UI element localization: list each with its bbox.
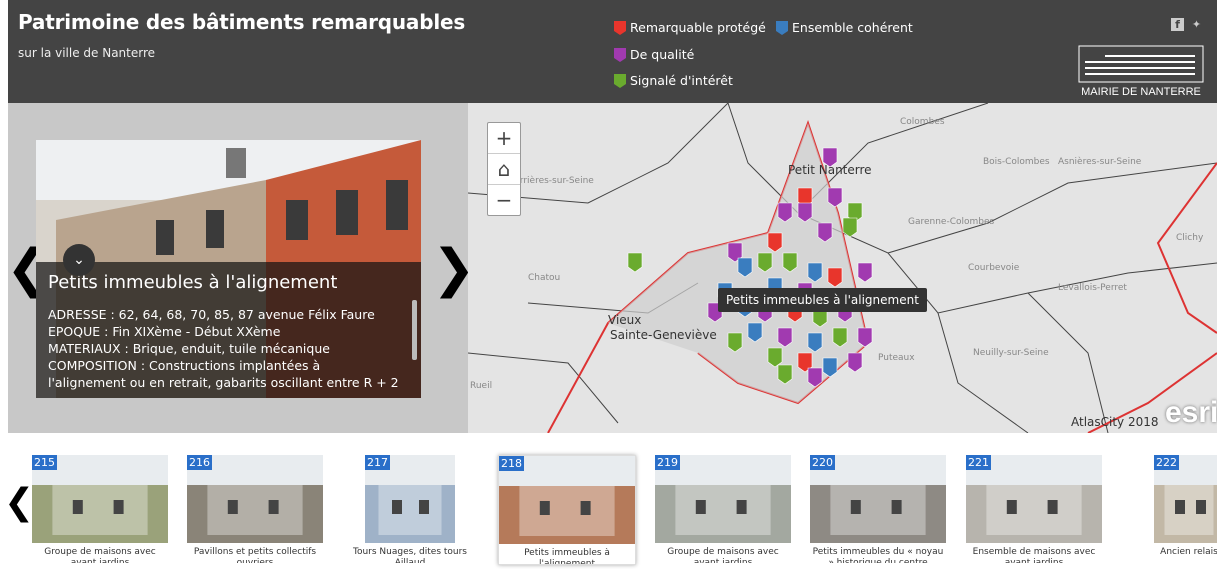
thumbnail-caption: Tours Nuages, dites tours Aillaud bbox=[353, 547, 467, 563]
legend-label: Signalé d'intérêt bbox=[630, 73, 733, 88]
thumbnail-number: 220 bbox=[810, 455, 835, 470]
legend-label: Remarquable protégé bbox=[630, 20, 766, 35]
collapse-button[interactable]: ⌄ bbox=[63, 244, 95, 276]
thumbnail-item[interactable]: 222 Ancien relais bbox=[1121, 455, 1217, 563]
zoom-in-button[interactable]: + bbox=[488, 123, 520, 154]
detail-materiaux: MATERIAUX : Brique, enduit, tuile mécani… bbox=[48, 341, 330, 356]
place-label: Levallois-Perret bbox=[1058, 283, 1127, 293]
home-button[interactable]: ⌂ bbox=[488, 154, 520, 185]
twitter-icon[interactable]: ✦ bbox=[1190, 18, 1203, 31]
place-label: Colombes bbox=[900, 117, 945, 127]
detail-overlay: Petits immeubles à l'alignement ADRESSE … bbox=[36, 262, 421, 398]
marker-purple-icon bbox=[614, 47, 626, 62]
thumbnail-item[interactable]: 219 Groupe de maisons avec avant jardins bbox=[655, 455, 791, 563]
legend-label: Ensemble cohérent bbox=[792, 20, 913, 35]
detail-scrollbar[interactable] bbox=[412, 300, 417, 360]
thumbnail-image: 221 bbox=[966, 455, 1102, 543]
place-label: Garenne-Colombes bbox=[908, 217, 995, 227]
thumbnail-number: 218 bbox=[499, 456, 524, 471]
legend-label: De qualité bbox=[630, 47, 695, 62]
thumbnail-item[interactable]: 221 Ensemble de maisons avec avant jardi… bbox=[966, 455, 1102, 563]
place-label: Sainte-Geneviève bbox=[610, 328, 717, 342]
thumbnail-caption: Groupe de maisons avec avant jardins bbox=[667, 547, 779, 563]
carousel-prev-arrow[interactable]: ❮ bbox=[4, 485, 34, 521]
thumbnail-caption: Groupe de maisons avec avant jardins bbox=[44, 547, 156, 563]
detail-composition-cont: l'alignement ou en retrait, gabarits osc… bbox=[48, 375, 399, 390]
detail-title: Petits immeubles à l'alignement bbox=[48, 272, 338, 293]
thumbnail-caption: Ensemble de maisons avec avant jardins bbox=[972, 547, 1096, 563]
social-links: f ✦ bbox=[1171, 18, 1203, 31]
thumbnail-caption: Ancien relais bbox=[1160, 547, 1217, 557]
thumbnail-number: 219 bbox=[655, 455, 680, 470]
thumbnail-number: 217 bbox=[365, 455, 390, 470]
place-label: Chatou bbox=[528, 273, 561, 283]
detail-epoque: EPOQUE : Fin XIXème - Début XXème bbox=[48, 324, 281, 339]
thumbnail-item[interactable]: 217 Tours Nuages, dites tours Aillaud bbox=[342, 455, 478, 563]
thumbnail-caption: Pavillons et petits collectifs ouvriers bbox=[193, 547, 317, 563]
thumbnail-image: 222 bbox=[1154, 455, 1217, 543]
app-header: Patrimoine des bâtiments remarquables su… bbox=[8, 0, 1217, 103]
thumbnail-carousel: ❮ ❯ 215 Groupe de maisons avec avant jar… bbox=[0, 433, 1217, 569]
thumbnail-caption: Petits immeubles du « noyau » historique… bbox=[812, 547, 944, 563]
detail-address: ADRESSE : 62, 64, 68, 70, 85, 87 avenue … bbox=[48, 307, 375, 322]
place-label: Courbevoie bbox=[968, 263, 1020, 273]
map-canvas bbox=[468, 103, 1217, 433]
thumbnail-number: 221 bbox=[966, 455, 991, 470]
thumbnail-image: 216 bbox=[187, 455, 323, 543]
thumbnail-item[interactable]: 216 Pavillons et petits collectifs ouvri… bbox=[187, 455, 323, 563]
thumbnail-number: 215 bbox=[32, 455, 57, 470]
chevron-down-icon: ⌄ bbox=[73, 252, 85, 268]
place-label: Vieux bbox=[608, 313, 642, 327]
page-subtitle: sur la ville de Nanterre bbox=[18, 46, 156, 60]
thumbnail-item[interactable]: 215 Groupe de maisons avec avant jardins bbox=[32, 455, 168, 563]
legend-qualite[interactable]: De qualité bbox=[614, 47, 694, 62]
facebook-icon[interactable]: f bbox=[1171, 18, 1184, 31]
zoom-control: + ⌂ − bbox=[487, 122, 521, 216]
esri-logo: esri bbox=[1165, 396, 1217, 429]
thumbnail-item[interactable]: 220 Petits immeubles du « noyau » histor… bbox=[810, 455, 946, 563]
place-label: Petit Nanterre bbox=[788, 163, 872, 177]
place-label: Clichy bbox=[1176, 233, 1204, 243]
thumbnail-caption: Petits immeubles à l'alignement bbox=[524, 548, 610, 564]
thumbnail-item[interactable]: 218 Petits immeubles à l'alignement bbox=[498, 455, 636, 565]
thumbnail-image: 220 bbox=[810, 455, 946, 543]
detail-composition: COMPOSITION : Constructions implantées à bbox=[48, 358, 321, 373]
detail-body: ADRESSE : 62, 64, 68, 70, 85, 87 avenue … bbox=[48, 306, 403, 391]
zoom-out-button[interactable]: − bbox=[488, 185, 520, 215]
legend-remarquable[interactable]: Remarquable protégé bbox=[614, 20, 766, 35]
marker-blue-icon bbox=[776, 20, 788, 35]
marker-red-icon bbox=[614, 20, 626, 35]
legend-interet[interactable]: Signalé d'intérêt bbox=[614, 73, 733, 88]
building-logo-icon bbox=[1078, 45, 1204, 83]
place-label: Rueil bbox=[470, 381, 493, 391]
place-label: Bois-Colombes bbox=[983, 157, 1050, 167]
legend-ensemble[interactable]: Ensemble cohérent bbox=[776, 20, 913, 35]
thumbnail-image: 218 bbox=[499, 456, 635, 544]
logo-text: MAIRIE DE NANTERRE bbox=[1081, 86, 1201, 98]
page-title: Patrimoine des bâtiments remarquables bbox=[18, 10, 466, 34]
thumbnail-number: 222 bbox=[1154, 455, 1179, 470]
thumbnail-number: 216 bbox=[187, 455, 212, 470]
map-tooltip: Petits immeubles à l'alignement bbox=[718, 288, 927, 312]
mairie-logo[interactable]: MAIRIE DE NANTERRE bbox=[1075, 44, 1207, 98]
building-photo: Petits immeubles à l'alignement ADRESSE … bbox=[36, 140, 421, 398]
map-view[interactable]: Colombes Bois-Colombes Asnières-sur-Sein… bbox=[468, 103, 1217, 433]
place-label: Asnières-sur-Seine bbox=[1058, 157, 1142, 167]
thumbnail-image: 219 bbox=[655, 455, 791, 543]
place-label: Neuilly-sur-Seine bbox=[973, 348, 1049, 358]
home-icon: ⌂ bbox=[497, 157, 511, 181]
map-credit: AtlasCity 2018 bbox=[1071, 415, 1159, 429]
marker-green-icon bbox=[614, 73, 626, 88]
place-label: Puteaux bbox=[878, 353, 915, 363]
thumbnail-image: 217 bbox=[365, 455, 455, 543]
thumbnail-image: 215 bbox=[32, 455, 168, 543]
